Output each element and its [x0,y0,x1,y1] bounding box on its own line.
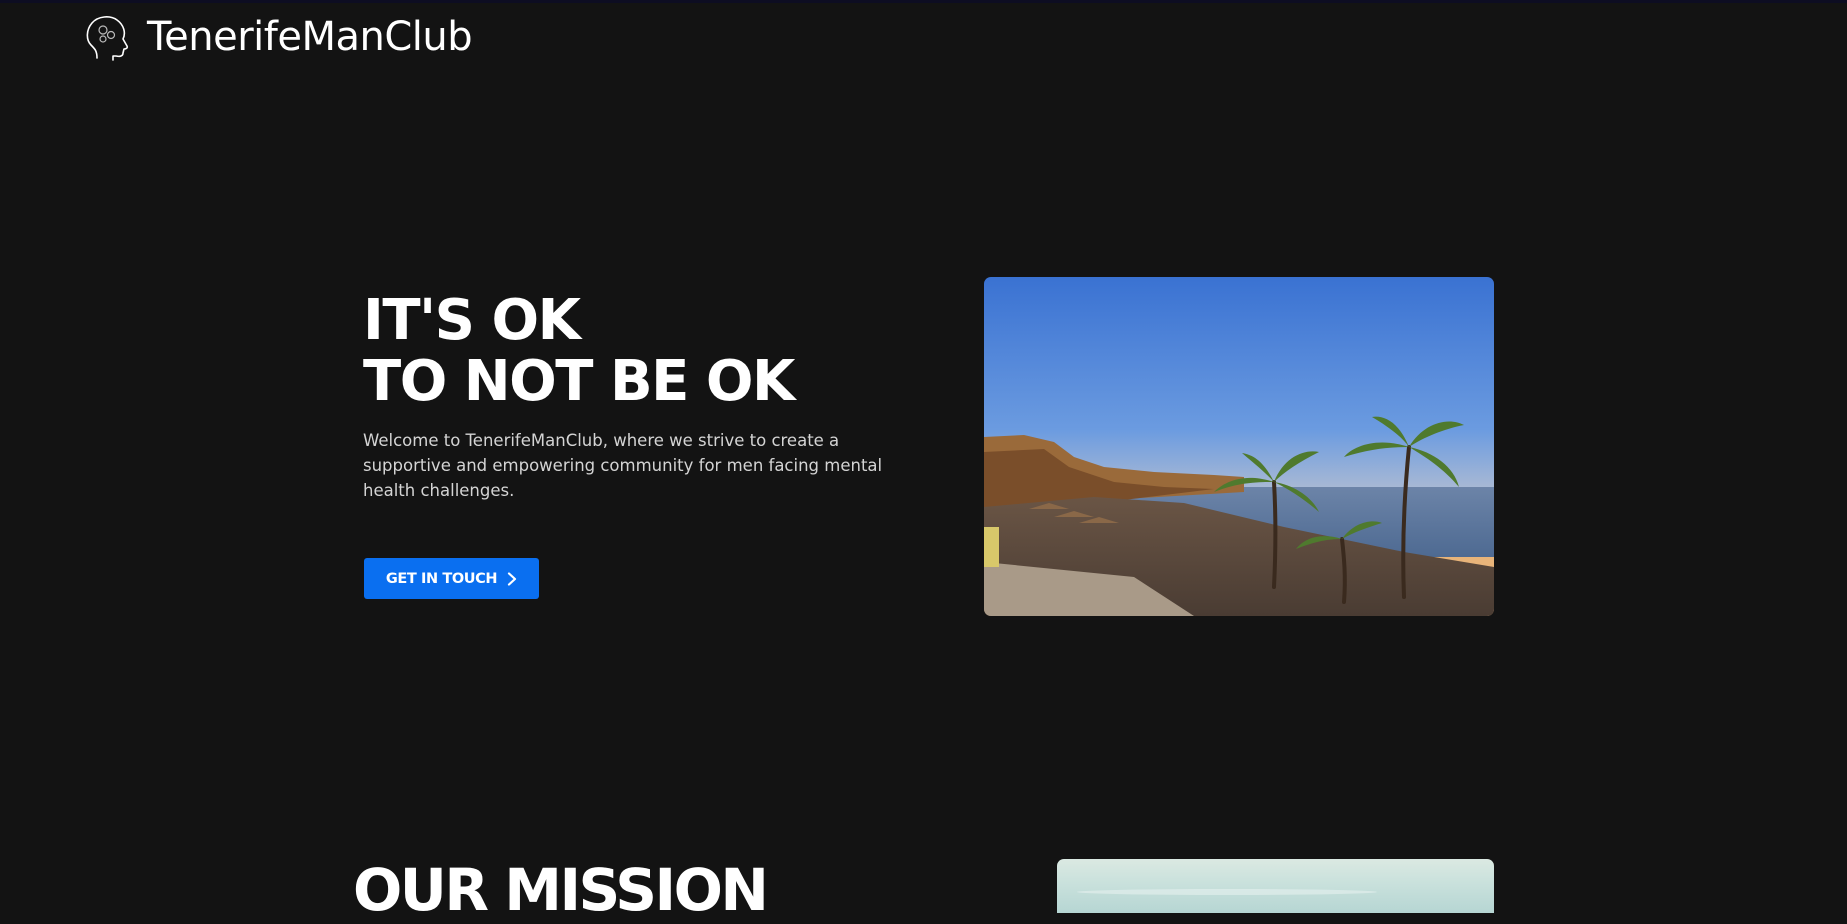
get-in-touch-button[interactable]: GET IN TOUCH [364,558,539,599]
hero-title-line2: TO NOT BE OK [363,349,795,414]
head-gears-icon[interactable] [83,13,129,61]
chevron-right-icon [508,571,517,586]
hero-text: IT'S OK TO NOT BE OK Welcome to Tenerife… [363,290,903,503]
site-header: TenerifeManClub [83,12,473,62]
top-border [0,0,1847,3]
mission-photo [1057,859,1494,913]
beach-sunset-photo [984,277,1494,616]
hero-title-line1: IT'S OK [363,288,581,353]
hero-description: Welcome to TenerifeManClub, where we str… [363,431,883,500]
mission-title: OUR MISSION [353,856,769,924]
hero-title: IT'S OK TO NOT BE OK [363,290,903,412]
get-in-touch-label: GET IN TOUCH [385,570,498,587]
brand-name[interactable]: TenerifeManClub [147,17,473,57]
